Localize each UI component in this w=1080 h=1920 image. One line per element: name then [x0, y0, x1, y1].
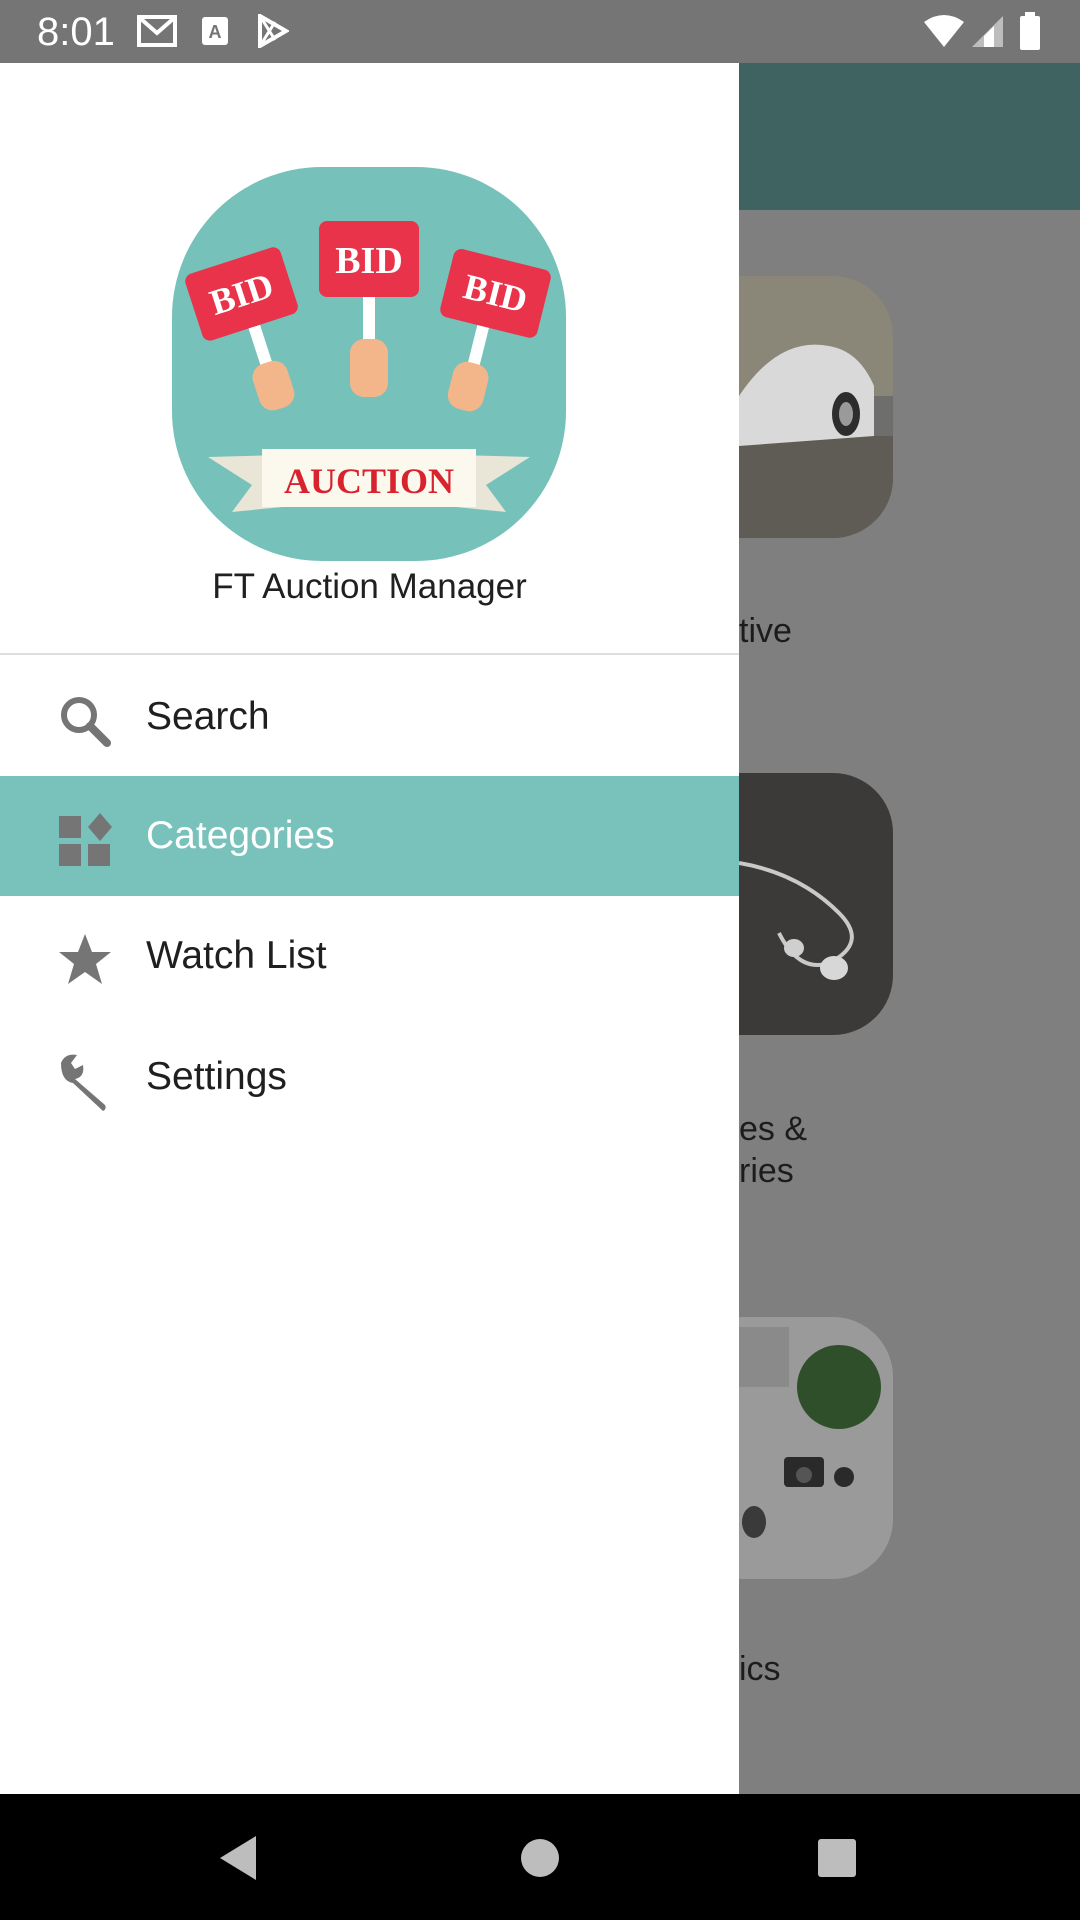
- categories-icon: [59, 813, 112, 866]
- drawer-header: BID BID BID AUCTION FT Auction Manager: [0, 63, 739, 655]
- star-icon: [59, 934, 111, 984]
- drawer-item-label: Watch List: [146, 934, 327, 977]
- app-name: FT Auction Manager: [212, 567, 527, 606]
- logo-sign-text: BID: [335, 240, 403, 282]
- drawer-item-label: Search: [146, 695, 270, 738]
- wrench-icon: [61, 1054, 106, 1111]
- home-icon[interactable]: [520, 1838, 560, 1878]
- svg-text:A: A: [209, 22, 222, 42]
- category-label: es &: [739, 1110, 808, 1148]
- battery-icon: [1020, 12, 1040, 50]
- navigation-drawer: BID BID BID AUCTION FT Auction Manager S…: [0, 63, 739, 1794]
- signal-icon: [972, 16, 1003, 47]
- drawer-item-label: Settings: [146, 1055, 287, 1098]
- system-nav-bar: [0, 1794, 1080, 1920]
- category-label: tive: [739, 612, 792, 650]
- drawer-item-categories[interactable]: Categories: [0, 776, 739, 896]
- category-label: ics: [739, 1650, 781, 1688]
- category-image-automotive[interactable]: [739, 276, 893, 538]
- status-time: 8:01: [37, 10, 115, 54]
- play-store-icon: [258, 14, 289, 48]
- font-a-icon: A: [202, 17, 228, 45]
- drawer-item-settings[interactable]: Settings: [0, 1017, 739, 1137]
- gmail-icon: [137, 15, 177, 47]
- category-image-electronics[interactable]: [739, 1317, 893, 1579]
- drawer-item-search[interactable]: Search: [0, 657, 739, 777]
- wifi-icon: [924, 15, 964, 47]
- search-icon: [61, 697, 111, 747]
- background-toolbar: [739, 63, 1080, 210]
- drawer-item-label: Categories: [146, 814, 335, 857]
- category-label: ries: [739, 1152, 794, 1190]
- status-bar: 8:01 A: [0, 0, 1080, 63]
- drawer-item-watch-list[interactable]: Watch List: [0, 896, 739, 1016]
- back-icon[interactable]: [216, 1834, 260, 1882]
- app-logo: BID BID BID AUCTION: [172, 167, 566, 561]
- recents-icon[interactable]: [817, 1838, 857, 1878]
- category-image-mobiles[interactable]: [739, 773, 893, 1035]
- logo-banner-text: AUCTION: [284, 461, 454, 501]
